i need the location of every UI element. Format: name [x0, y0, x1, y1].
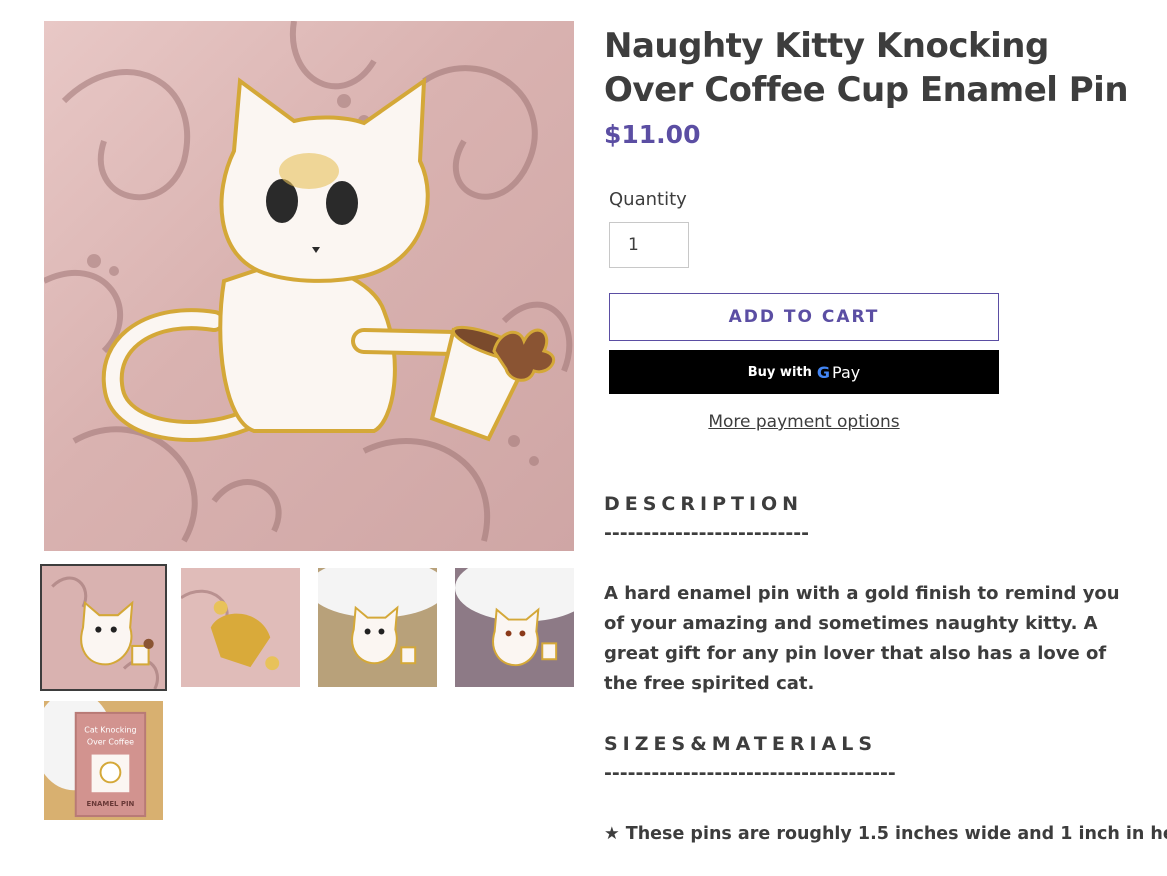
thumbnail-3[interactable]	[318, 568, 437, 687]
product-gallery: Cat Knocking Over Coffee ENAMEL PIN	[40, 21, 574, 820]
thumbnail-1[interactable]	[40, 564, 167, 691]
product-price: $11.00	[604, 120, 701, 149]
enamel-pin-illustration	[44, 21, 573, 543]
thumbnail-image	[318, 568, 437, 687]
quantity-input[interactable]	[609, 222, 689, 268]
svg-text:Over Coffee: Over Coffee	[87, 738, 134, 747]
thumbnail-image: Cat Knocking Over Coffee ENAMEL PIN	[44, 701, 163, 820]
sizes-materials-heading: SIZES&MATERIALS	[604, 733, 878, 755]
google-g-icon: G	[816, 362, 831, 382]
more-payment-options-link[interactable]: More payment options	[609, 412, 999, 432]
thumbnail-4[interactable]	[455, 568, 574, 687]
product-title: Naughty Kitty Knocking Over Coffee Cup E…	[604, 26, 1129, 110]
description-text: A hard enamel pin with a gold finish to …	[604, 583, 1120, 694]
thumb-box-title: Cat Knocking	[84, 726, 136, 735]
thumbnail-image	[42, 566, 165, 689]
description-divider: --------------------------	[604, 522, 810, 544]
quantity-label: Quantity	[609, 189, 687, 210]
add-to-cart-button[interactable]: ADD TO CART	[609, 293, 999, 341]
gpay-pay-label: Pay	[832, 362, 861, 382]
thumb-box-subtitle: ENAMEL PIN	[87, 800, 135, 808]
thumbnail-image	[181, 568, 300, 687]
google-pay-button[interactable]: Buy with G Pay	[609, 350, 999, 394]
gpay-buy-label: Buy with	[747, 364, 812, 380]
main-product-image[interactable]	[44, 21, 574, 551]
thumbnail-image	[455, 568, 574, 687]
thumbnail-2[interactable]	[181, 568, 300, 687]
sizes-divider: -------------------------------------	[604, 762, 896, 784]
thumbnail-5[interactable]: Cat Knocking Over Coffee ENAMEL PIN	[44, 701, 163, 820]
product-info: Naughty Kitty Knocking Over Coffee Cup E…	[604, 24, 1167, 844]
sizes-bullet: ★ These pins are roughly 1.5 inches wide…	[604, 824, 1167, 844]
description-heading: DESCRIPTION	[604, 493, 804, 515]
